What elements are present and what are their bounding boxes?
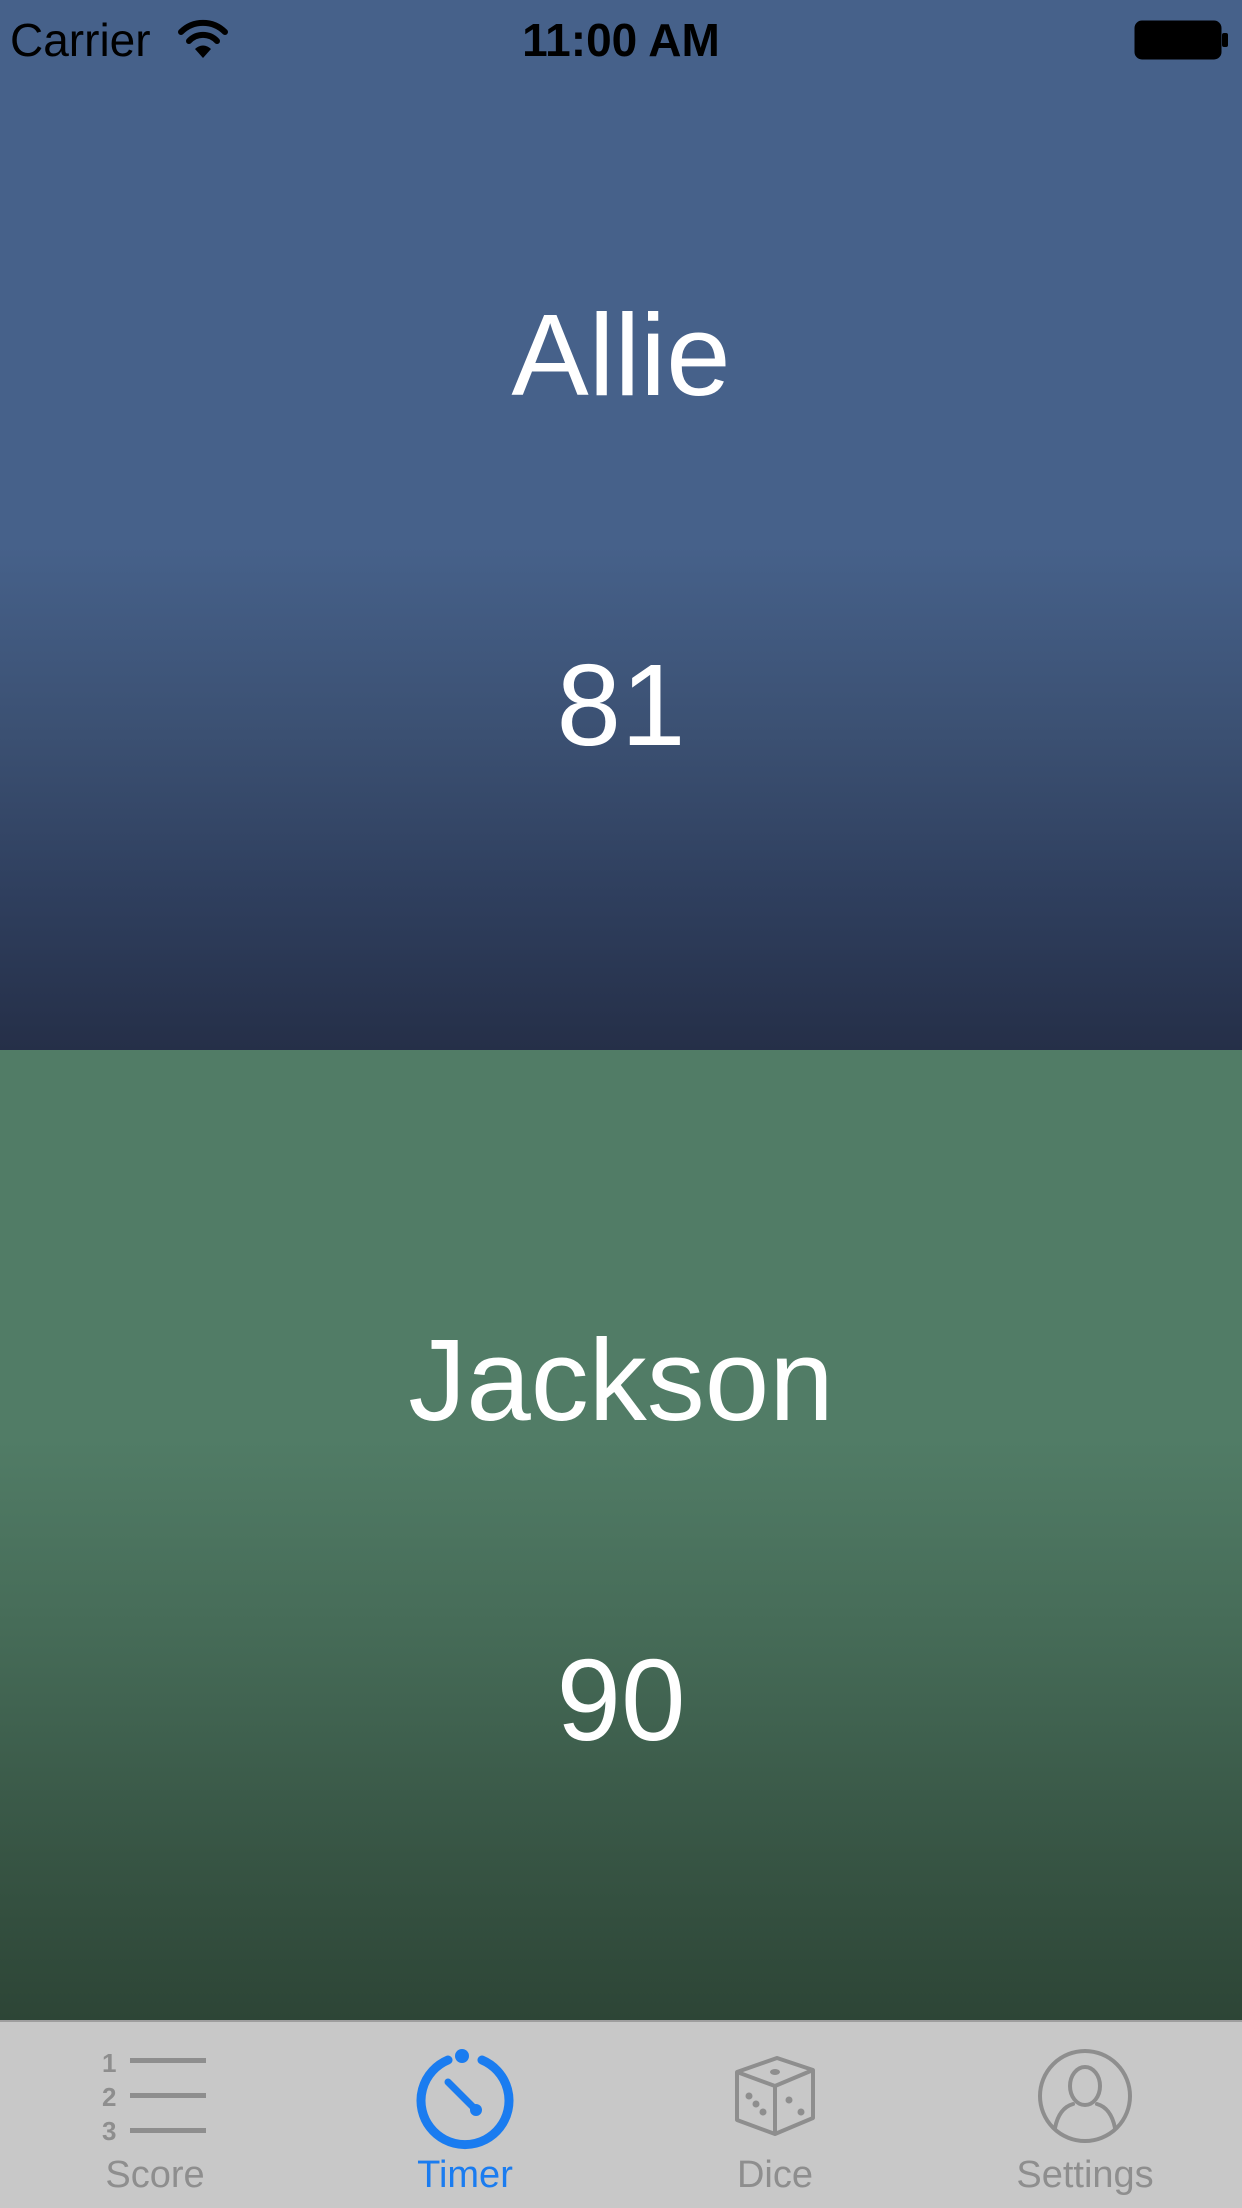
status-time: 11:00 AM [522, 14, 720, 66]
person-icon [1038, 2049, 1132, 2143]
svg-text:2: 2 [102, 2082, 116, 2112]
tab-label: Timer [417, 2154, 513, 2196]
player-score[interactable]: 90 [0, 1635, 1242, 1765]
tab-bar: 1 2 3 Score Timer Dice Settings [0, 2020, 1242, 2208]
tab-score[interactable]: 1 2 3 Score [0, 2022, 310, 2208]
numbered-list-icon: 1 2 3 [102, 2048, 206, 2146]
status-bar: Carrier 11:00 AM [0, 0, 1242, 80]
tab-label: Settings [1016, 2154, 1154, 2196]
player-score[interactable]: 81 [0, 640, 1242, 770]
dice-icon [735, 2056, 815, 2136]
player-panel-allie[interactable]: Allie 81 [0, 0, 1242, 1050]
app-screen: Allie 81 Jackson 90 Carrier 11:00 AM 1 2… [0, 0, 1242, 2208]
tab-timer[interactable]: Timer [310, 2022, 620, 2208]
stopwatch-icon [416, 2049, 514, 2150]
tab-label: Dice [736, 2154, 814, 2196]
tab-settings[interactable]: Settings [930, 2022, 1240, 2208]
svg-text:1: 1 [102, 2048, 116, 2078]
tab-label: Score [105, 2154, 205, 2196]
player-panel-jackson[interactable]: Jackson 90 [0, 1050, 1242, 2020]
tab-dice[interactable]: Dice [620, 2022, 930, 2208]
svg-text:3: 3 [102, 2116, 116, 2146]
player-name: Allie [511, 290, 731, 420]
player-name: Jackson [408, 1315, 834, 1445]
battery-icon [1134, 20, 1228, 60]
